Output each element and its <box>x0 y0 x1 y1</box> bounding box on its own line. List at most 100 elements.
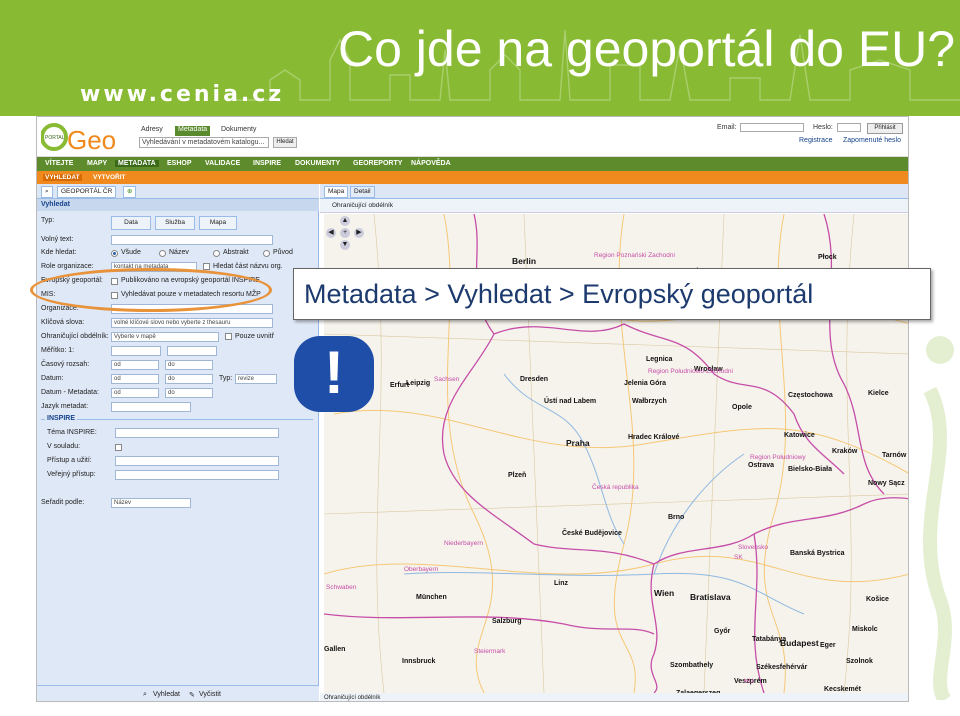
map-tabs: Mapa Detail <box>320 184 908 199</box>
tab-geoportal[interactable]: GEOPORTÁL ČR <box>57 186 117 198</box>
map-zoom-control[interactable]: ▲ ◀ + ▶ ▼ <box>326 216 366 256</box>
nav-metadata[interactable]: METADATA <box>115 160 159 167</box>
where-all-radio[interactable] <box>111 250 118 257</box>
fulltext-input[interactable] <box>111 235 273 245</box>
where-abstract-label: Abstrakt <box>223 249 249 256</box>
where-abstract-radio[interactable] <box>213 250 220 257</box>
nav-dokumenty[interactable]: DOKUMENTY <box>295 160 340 167</box>
geoportal-screenshot: PORTAL Geo Adresy Metadata Dokumenty Vyh… <box>36 116 909 702</box>
map-city-label: Praha <box>566 438 590 448</box>
map-city-label: Leipzig <box>406 380 431 387</box>
bbox-select[interactable]: Vyberte v mapě <box>111 332 219 342</box>
map-city-label: Székesfehérvár <box>756 664 808 671</box>
type-data-button[interactable]: Data <box>111 216 151 230</box>
map-city-label: Berlin <box>512 256 537 266</box>
map-city-label: Wałbrzych <box>632 398 667 405</box>
typ-label: Typ: <box>41 217 55 224</box>
where-title-label: Název <box>169 249 189 256</box>
type-service-button[interactable]: Služba <box>155 216 195 230</box>
date-to-input[interactable]: do <box>165 374 213 384</box>
subnav-vyhledat[interactable]: VYHLEDAT <box>43 174 82 181</box>
map-city-label: České Budějovice <box>562 530 622 537</box>
inspire-theme-label: Téma INSPIRE: <box>47 429 97 436</box>
clear-button[interactable]: Vyčistit <box>199 691 221 698</box>
subnav-vytvorit[interactable]: VYTVOŘIT <box>93 174 126 181</box>
date-type-select[interactable]: revize <box>235 374 277 384</box>
login-button[interactable]: Přihlásit <box>867 123 903 134</box>
sort-select[interactable]: Název <box>111 498 191 508</box>
nav-georeporty[interactable]: GEOREPORTY <box>353 160 402 167</box>
tab-detail[interactable]: Detail <box>350 186 375 198</box>
time-to-input[interactable]: do <box>165 360 213 370</box>
keywords-input[interactable]: volné klíčové slovo nebo vyberte z thesa… <box>111 318 273 328</box>
md-date-from-input[interactable]: od <box>111 388 159 398</box>
map-city-label: Hradec Králové <box>628 434 680 441</box>
search-tab-icon[interactable]: ⌕ <box>41 186 53 198</box>
top-tab-metadata[interactable]: Metadata <box>175 126 211 136</box>
time-range-label: Časový rozsah: <box>41 361 90 368</box>
nav-validace[interactable]: VALIDACE <box>205 160 240 167</box>
public-access-select[interactable] <box>115 470 279 480</box>
map-region-label: Region Południowy <box>750 454 806 461</box>
email-field[interactable] <box>740 123 804 132</box>
nav-eshop[interactable]: ESHOP <box>167 160 192 167</box>
map-city-label: Banská Bystrica <box>790 550 845 557</box>
add-tab-icon[interactable]: ⊕ <box>123 186 137 198</box>
scale-to-select[interactable] <box>167 346 217 356</box>
where-title-radio[interactable] <box>159 250 166 257</box>
search-button[interactable]: Hledat <box>273 137 297 148</box>
date-from-input[interactable]: od <box>111 374 159 384</box>
top-tab-dokumenty[interactable]: Dokumenty <box>221 126 256 136</box>
pan-up-icon[interactable]: ▲ <box>340 216 350 226</box>
search-input[interactable]: Vyhledávání v metadatovém katalogu... <box>139 137 269 148</box>
map-city-label: Győr <box>714 628 731 635</box>
map-city-label: Kielce <box>868 390 889 397</box>
map-footer: Ohraničující obdélník <box>320 693 908 701</box>
access-select[interactable] <box>115 456 279 466</box>
bbox-inside-checkbox[interactable] <box>225 333 232 340</box>
date-metadata-label: Datum - Metadata: <box>41 389 99 396</box>
nav-napoveda[interactable]: NÁPOVĚDA <box>411 160 451 167</box>
map-city-label: Plzeň <box>508 472 527 479</box>
panel-tabs: ⌕ GEOPORTÁL ČR ⊕ <box>37 184 319 199</box>
map-region-label: Oberbayern <box>404 566 439 573</box>
time-from-input[interactable]: od <box>111 360 159 370</box>
map-city-label: Częstochowa <box>788 392 833 399</box>
role-part-checkbox[interactable] <box>203 263 210 270</box>
where-origin-radio[interactable] <box>263 250 270 257</box>
scale-from-select[interactable] <box>111 346 161 356</box>
pan-down-icon[interactable]: ▼ <box>340 240 350 250</box>
where-label: Kde hledat: <box>41 249 77 256</box>
logo-portal-text: PORTAL <box>45 135 65 141</box>
nav-mapy[interactable]: MAPY <box>87 160 107 167</box>
register-link[interactable]: Registrace <box>799 137 832 144</box>
password-field[interactable] <box>837 123 861 132</box>
pan-right-icon[interactable]: ▶ <box>354 228 364 238</box>
map-city-label: Dresden <box>520 376 549 383</box>
search-submit-button[interactable]: Vyhledat <box>153 691 180 698</box>
pan-left-icon[interactable]: ◀ <box>326 228 336 238</box>
scale-label: Měřítko: 1: <box>41 347 75 354</box>
language-select[interactable] <box>111 402 191 412</box>
tab-mapa[interactable]: Mapa <box>324 186 349 198</box>
map-region-label: Schwaben <box>326 584 357 591</box>
type-map-button[interactable]: Mapa <box>199 216 237 230</box>
map-region-label: Region Południowo-Zachodni <box>648 368 733 375</box>
map-region-label: HU <box>744 678 754 685</box>
nav-inspire[interactable]: INSPIRE <box>253 160 281 167</box>
map-city-label: Kecskemét <box>824 686 861 693</box>
map-city-label: Wien <box>654 588 675 598</box>
map-region-label: Region Poznański Zachodni <box>594 252 675 259</box>
top-tab-adresy[interactable]: Adresy <box>141 126 163 136</box>
password-label: Heslo: <box>813 124 833 131</box>
conformity-checkbox[interactable] <box>115 444 122 451</box>
panel-footer: ⌕ Vyhledat ✎ Vyčistit <box>37 685 319 701</box>
highlight-oval <box>30 268 272 312</box>
date-type-label: Typ: <box>219 375 233 382</box>
md-date-to-input[interactable]: do <box>165 388 213 398</box>
role-part-label: Hledat část názvu org. <box>213 263 283 270</box>
nav-vitejte[interactable]: VÍTEJTE <box>45 160 73 167</box>
inspire-theme-select[interactable] <box>115 428 279 438</box>
zoom-in-icon[interactable]: + <box>340 228 350 238</box>
forgot-password-link[interactable]: Zapomenuté heslo <box>843 137 901 144</box>
